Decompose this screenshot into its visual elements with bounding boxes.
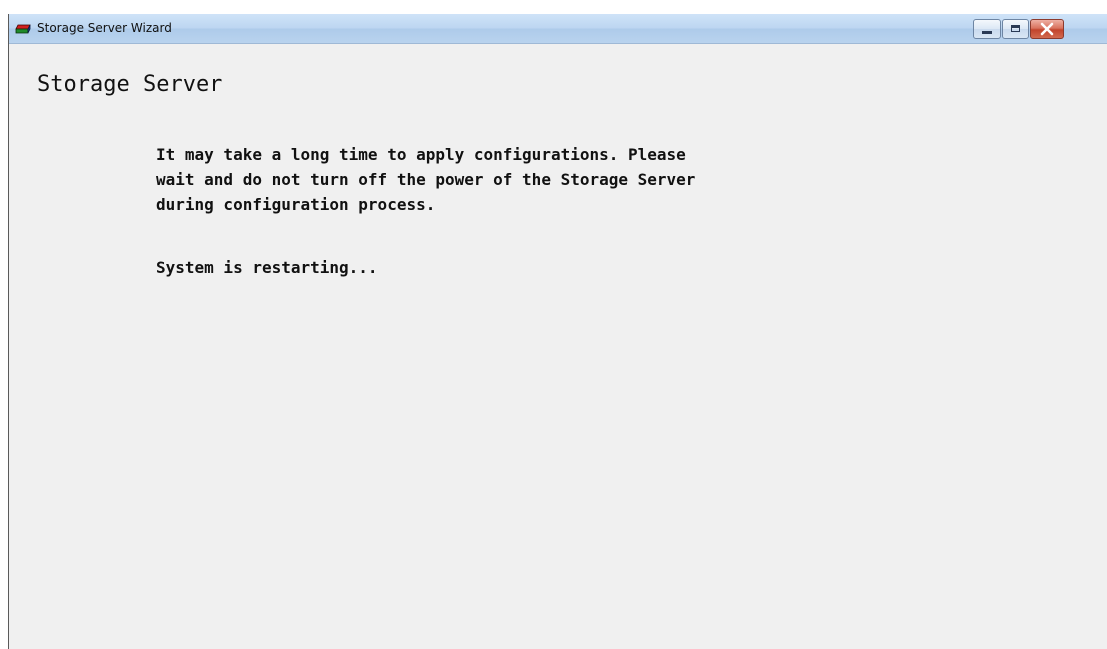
close-button[interactable]	[1030, 19, 1064, 39]
minimize-button[interactable]	[973, 19, 1001, 39]
storage-server-icon	[15, 24, 31, 34]
maximize-icon	[1011, 25, 1020, 32]
close-icon	[1040, 22, 1054, 36]
wizard-window: Storage Server Wizard Storage Server It …	[8, 14, 1107, 649]
page-title: Storage Server	[37, 72, 223, 97]
minimize-icon	[982, 31, 992, 34]
status-text: System is restarting...	[156, 258, 378, 277]
configuration-warning-text: It may take a long time to apply configu…	[156, 145, 696, 214]
window-title: Storage Server Wizard	[37, 21, 172, 35]
maximize-button[interactable]	[1002, 19, 1029, 39]
title-bar[interactable]: Storage Server Wizard	[9, 14, 1107, 44]
